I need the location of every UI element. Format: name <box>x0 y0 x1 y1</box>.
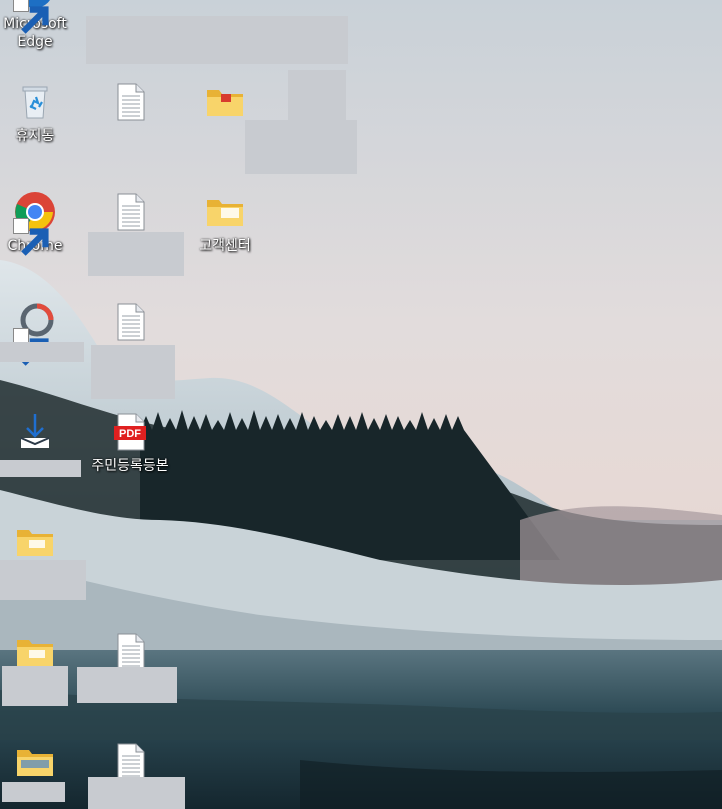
desktop-icon-folder-customer-center[interactable]: 고객센터 <box>180 188 270 284</box>
desktop[interactable]: Microsoft Edge 휴지통 Chrome PDF 주민등록등본 고객센… <box>0 0 722 809</box>
folder-icon <box>203 80 247 124</box>
shortcut-arrow-icon <box>13 0 49 34</box>
edge-icon <box>13 0 57 34</box>
desktop-icon-document-1[interactable] <box>85 78 175 174</box>
redacted-label <box>91 345 175 399</box>
shortcut-arrow-icon <box>13 218 49 256</box>
redacted-label <box>2 666 68 706</box>
redacted-label <box>86 16 348 64</box>
desktop-icon-installer[interactable] <box>0 408 80 504</box>
customer-center-label: 고객센터 <box>199 238 251 254</box>
redacted-label <box>0 460 81 477</box>
chrome-icon <box>13 190 57 256</box>
folder-icon <box>13 520 57 564</box>
redacted-label <box>77 667 177 703</box>
redacted-label <box>245 120 357 174</box>
desktop-icon-chrome[interactable]: Chrome <box>0 188 80 284</box>
pdf-label: 주민등록등본 <box>91 458 169 474</box>
desktop-icon-recycle-bin[interactable]: 휴지통 <box>0 78 80 174</box>
redacted-label <box>88 777 185 809</box>
pdf-icon: PDF <box>108 410 152 454</box>
desktop-icon-pdf[interactable]: PDF 주민등록등본 <box>85 408 175 504</box>
redacted-label <box>0 342 84 362</box>
download-tray-icon <box>13 410 57 454</box>
recycle-bin-label: 휴지통 <box>15 128 55 144</box>
recycle-bin-icon <box>13 80 57 124</box>
document-icon <box>108 190 152 234</box>
camera-app-icon <box>13 300 57 366</box>
desktop-icon-edge[interactable]: Microsoft Edge <box>0 0 80 62</box>
redacted-label <box>2 782 65 802</box>
redacted-label <box>288 70 346 120</box>
folder-icon <box>13 740 57 784</box>
redacted-label <box>0 560 86 600</box>
document-icon <box>108 80 152 124</box>
folder-icon <box>203 190 247 234</box>
document-icon <box>108 300 152 344</box>
redacted-label <box>88 232 184 276</box>
pdf-badge: PDF <box>119 428 141 440</box>
